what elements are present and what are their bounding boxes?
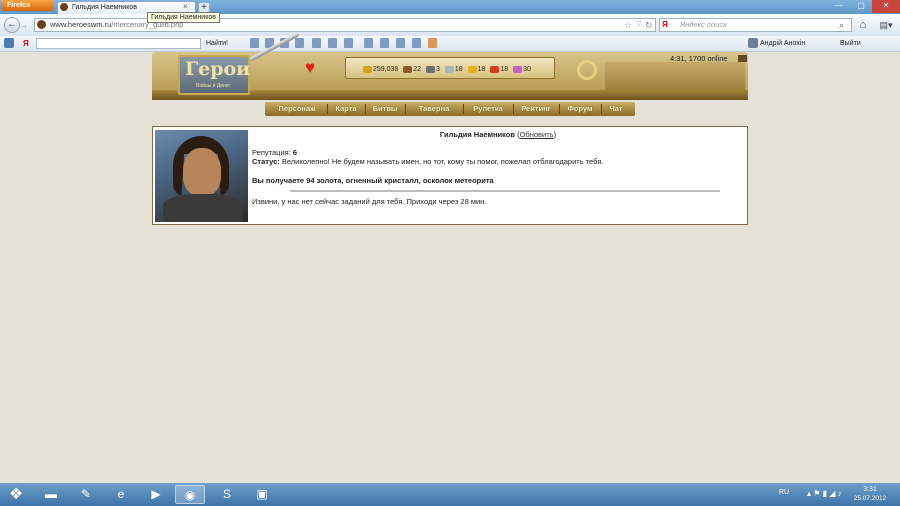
wood-value: 22	[413, 66, 422, 73]
toolbar-icon-1[interactable]	[250, 38, 259, 48]
yandex-logo-icon[interactable]: Я	[23, 37, 29, 50]
reputation-label: Репутация:	[252, 148, 291, 157]
menu-rating[interactable]: Рейтинг	[514, 102, 558, 116]
clock-time[interactable]: 3:31	[855, 486, 885, 494]
app-icon[interactable]: ▣	[247, 485, 277, 504]
search-magnifier-icon[interactable]: ⌕	[839, 18, 844, 32]
yandex-find-button[interactable]: Найти!	[206, 37, 228, 50]
yandex-search-input[interactable]	[36, 38, 201, 49]
search-input[interactable]: Яндекс поиск	[680, 18, 727, 32]
search-engine-icon[interactable]: Я	[662, 18, 668, 32]
game-logo-subtitle: Войны и Денег	[196, 83, 231, 89]
health-heart-icon: ♥	[305, 58, 316, 77]
guild-name: Гильдия Наемников	[439, 130, 515, 139]
menu-forum[interactable]: Форум	[560, 102, 600, 116]
toolbar-icon-8[interactable]	[364, 38, 373, 48]
status-text: Великолепно! Не будем называть имен, но …	[281, 157, 604, 166]
ore-icon	[426, 65, 436, 73]
toolbar-icon-11[interactable]	[412, 38, 421, 48]
tray-icons[interactable]: ▴ ⚑ ▮ ◢ ♪	[807, 489, 852, 499]
firefox-taskbar-icon[interactable]: ◉	[175, 485, 205, 504]
sulfur-icon	[467, 65, 477, 73]
portrait-armor	[163, 194, 243, 222]
media-player-icon[interactable]: ▶	[141, 485, 171, 504]
menu-battles[interactable]: Битвы	[366, 102, 404, 116]
reputation-value: 6	[292, 148, 298, 157]
explorer-icon[interactable]: ▬	[36, 485, 66, 504]
user-name[interactable]: Андрiй Анохiн	[760, 37, 805, 50]
menu-roulette[interactable]: Рулетка	[464, 102, 512, 116]
crystal-icon	[490, 65, 500, 73]
menu-character[interactable]: Персонаж	[268, 102, 326, 116]
mercury-icon	[444, 65, 454, 73]
firefox-menu-button[interactable]: Firefox	[1, 0, 54, 11]
gold-value: 259,038	[373, 66, 399, 73]
online-status: 4:31, 1700 online	[670, 54, 728, 63]
window-controls: — ▢ ✕	[828, 0, 900, 13]
reload-icon[interactable]: ↻	[645, 18, 653, 32]
start-button-icon[interactable]: ❖	[3, 483, 29, 506]
ore-value: 3	[436, 66, 440, 73]
resources-row: 259,038 22 3 18 18 18 30	[360, 65, 531, 74]
mercenary-portrait	[155, 130, 248, 222]
refresh-link[interactable]: Обновить	[520, 130, 554, 139]
bookmark-star-icon[interactable]: ☆	[624, 18, 632, 32]
toolbar-icon-9[interactable]	[380, 38, 389, 48]
site-favicon-icon	[60, 3, 68, 11]
maximize-icon[interactable]: ▢	[850, 0, 872, 13]
logout-button[interactable]: Выйти	[840, 37, 861, 50]
sulfur-value: 18	[477, 66, 486, 73]
clock-ring-icon	[577, 60, 597, 80]
guild-title: Гильдия Наемников (Обновить)	[439, 130, 557, 139]
url-favicon-icon	[37, 20, 46, 29]
toolbar-icon-12[interactable]	[428, 38, 437, 48]
status-label: Статус:	[252, 157, 280, 166]
home-icon[interactable]: ⌂	[855, 17, 871, 33]
toolbar-icon-7[interactable]	[344, 38, 353, 48]
url-dropdown-icon[interactable]: ▽	[636, 18, 641, 32]
tool-icon[interactable]: ✎	[71, 485, 101, 504]
menu-tavern[interactable]: Таверна	[406, 102, 462, 116]
toolbar-icon-5[interactable]	[312, 38, 321, 48]
content-divider	[290, 190, 720, 192]
portrait-face	[183, 148, 221, 196]
bookmarks-icon[interactable]	[4, 38, 14, 48]
gem-value: 30	[523, 66, 531, 73]
forward-button[interactable]: →	[20, 20, 31, 31]
toolbar-icon-10[interactable]	[396, 38, 405, 48]
crystal-value: 18	[500, 66, 509, 73]
city-skyline	[605, 62, 745, 90]
toolbar-icon-6[interactable]	[328, 38, 337, 48]
skype-icon[interactable]: S	[212, 485, 242, 504]
menu-chat[interactable]: Чат	[602, 102, 630, 116]
back-button[interactable]: ←	[4, 17, 20, 33]
menu-map[interactable]: Карта	[328, 102, 364, 116]
no-tasks-text: Извини, у нас нет сейчас заданий для теб…	[252, 197, 487, 206]
tab-tooltip: Гильдия Наемников	[147, 12, 220, 23]
wood-icon	[403, 65, 413, 73]
minimize-icon[interactable]: —	[828, 0, 850, 13]
reward-text: Вы получаете 94 золота, огненный кристал…	[252, 176, 494, 185]
user-icon	[748, 38, 758, 48]
gold-icon	[363, 65, 372, 73]
game-logo-title: Герои	[185, 58, 251, 80]
language-indicator[interactable]: RU	[779, 489, 789, 496]
browser-menu-icon[interactable]: ▤▾	[875, 17, 897, 33]
toolbar-icon-4[interactable]	[295, 38, 304, 48]
close-window-icon[interactable]: ✕	[872, 0, 900, 13]
status-line: Статус: Великолепно! Не будем называть и…	[252, 157, 603, 167]
url-domain: www.heroeswm.ru	[50, 20, 112, 29]
mercury-value: 18	[454, 66, 463, 73]
internet-explorer-icon[interactable]: e	[106, 485, 136, 504]
online-icon	[738, 55, 747, 62]
gem-icon	[513, 65, 523, 73]
clock-date[interactable]: 25.07.2012	[850, 495, 890, 503]
